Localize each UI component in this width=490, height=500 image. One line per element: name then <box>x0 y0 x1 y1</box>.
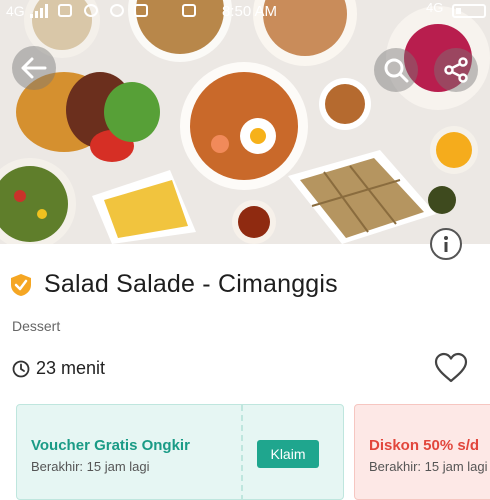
claim-button[interactable]: Klaim <box>257 440 319 468</box>
search-button[interactable] <box>374 48 418 92</box>
favorite-heart-icon[interactable] <box>434 352 468 384</box>
message-icon <box>182 4 196 17</box>
restaurant-page: 4G 8:50 AM 4G Salad Salade - Cimanggis D… <box>0 0 490 500</box>
hotspot-icon <box>134 4 148 17</box>
delivery-time-text: 23 menit <box>36 358 106 378</box>
signal-icon <box>30 4 48 18</box>
voucher-card[interactable]: Diskon 50% s/d Berakhir: 15 jam lagi <box>354 404 490 500</box>
info-icon <box>444 236 448 252</box>
share-icon <box>444 57 468 83</box>
camera-icon <box>84 4 98 17</box>
voucher-title: Diskon 50% s/d <box>369 437 480 454</box>
back-arrow-icon <box>21 57 47 79</box>
restaurant-name: Salad Salade - Cimanggis <box>44 270 338 298</box>
voucher-carousel[interactable]: Voucher Gratis Ongkir Berakhir: 15 jam l… <box>16 404 490 500</box>
network-indicator-right: 4G <box>426 0 444 15</box>
voucher-expiry: Berakhir: 15 jam lagi <box>369 459 488 474</box>
search-icon <box>384 58 409 83</box>
notification-icon <box>58 4 72 17</box>
restaurant-header: Salad Salade - Cimanggis <box>10 270 338 299</box>
voucher-expiry: Berakhir: 15 jam lagi <box>31 459 150 474</box>
voucher-divider <box>241 405 243 500</box>
chrome-icon <box>110 4 124 17</box>
status-time: 8:50 AM <box>222 3 278 20</box>
food-photo <box>0 0 490 244</box>
verified-shield-icon <box>11 273 31 296</box>
restaurant-category: Dessert <box>12 318 61 334</box>
battery-icon <box>452 4 486 18</box>
status-bar: 4G 8:50 AM 4G <box>0 0 490 24</box>
delivery-time: 23 menit <box>12 358 105 379</box>
clock-icon <box>12 360 30 377</box>
back-button[interactable] <box>12 46 56 90</box>
info-button[interactable] <box>430 228 462 260</box>
share-button[interactable] <box>434 48 478 92</box>
voucher-card[interactable]: Voucher Gratis Ongkir Berakhir: 15 jam l… <box>16 404 344 500</box>
network-indicator: 4G <box>6 3 25 19</box>
voucher-title: Voucher Gratis Ongkir <box>31 437 190 454</box>
hero-image: 4G 8:50 AM 4G <box>0 0 490 244</box>
